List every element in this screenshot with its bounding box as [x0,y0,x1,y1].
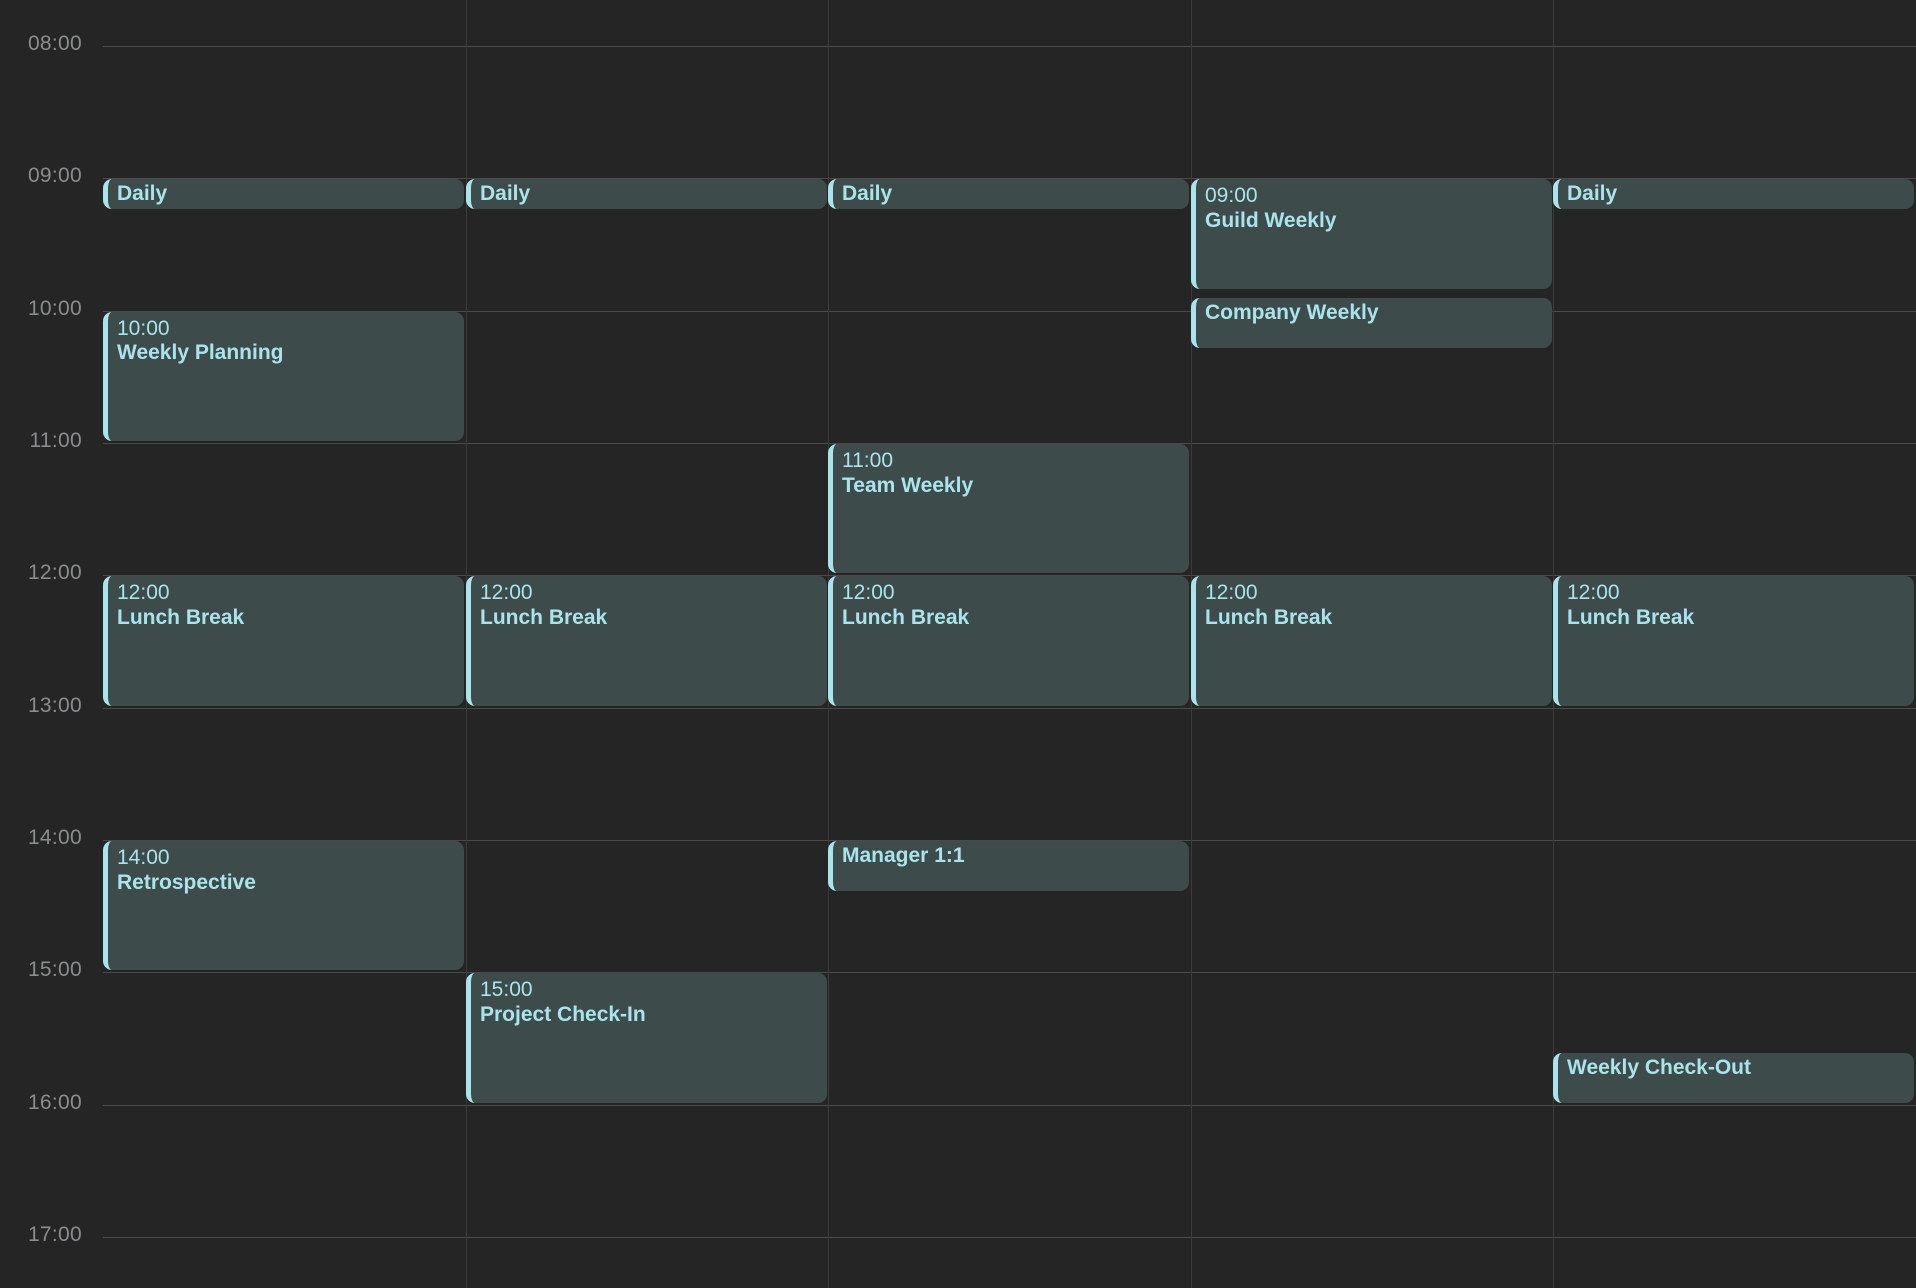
event-title: Weekly Planning [117,341,284,365]
event-time: 12:00 [117,581,170,605]
calendar-event[interactable]: 10:00Company Weekly [1191,298,1552,349]
event-title: Retrospective [117,870,256,894]
hour-label: 14:00 [27,826,82,850]
calendar-event[interactable]: 15:30Weekly Check-Out [1553,1052,1914,1103]
event-title: Weekly Check-Out [1567,1055,1752,1079]
calendar-event[interactable]: 12:00 Lunch Break [103,576,464,706]
calendar-event[interactable]: 09:00Daily [1553,179,1914,210]
event-title: Guild Weekly [1205,208,1337,232]
event-title: Daily [1567,182,1618,206]
day-column-1: 09:00Daily 10:00Weekly Planning 12:00Lunch… [103,0,466,1288]
day-column-5: 09:00Daily 12:00Lunch Break 15:30Weekly Ch… [1553,0,1916,1288]
day-column-4: 09:00Guild Weekly 10:00Company Weekly 12:0… [1191,0,1554,1288]
event-time: 09:00 [1205,184,1258,208]
calendar-event[interactable]: 12:00 Lunch Break [1553,576,1914,706]
event-title: Lunch Break [480,605,608,629]
day-column-2: 09:00Daily 12:00Lunch Break 15:00Project C… [466,0,829,1288]
event-title: Daily [117,182,168,206]
calendar-event[interactable]: 12:00 Lunch Break [828,576,1189,706]
event-title: Lunch Break [1567,605,1695,629]
event-time: 11:00 [842,449,893,473]
event-title: Company Weekly [1205,301,1379,325]
event-title: Lunch Break [1205,605,1333,629]
hour-label: 11:00 [29,429,82,453]
event-time: 15:00 [480,978,533,1002]
event-time: 12:00 [480,581,533,605]
event-title: Team Weekly [842,473,974,497]
calendar-event[interactable]: 14:00 Retrospective [103,841,464,971]
calendar-event[interactable]: 09:00 Guild Weekly [1191,179,1552,289]
event-title: Project Check-In [480,1003,646,1026]
event-title: Manager 1:1 [842,844,965,868]
event-title: Daily [480,182,531,206]
event-time: 12:00 [842,581,895,605]
calendar-event[interactable]: 09:00Daily [466,179,827,210]
hour-label: 17:00 [27,1223,82,1247]
calendar-event[interactable]: 09:00Daily [828,179,1189,210]
calendar-event[interactable]: 15:00 Project Check-In [466,973,827,1103]
hour-label: 15:00 [27,958,82,982]
day-column-3: 09:00Daily11:00Team Weekly12:00Lunch Bre… [828,0,1191,1288]
event-time: 12:00 [1567,581,1620,605]
hour-label: 10:00 [27,296,82,320]
hour-label: 16:00 [27,1090,82,1114]
event-title: Lunch Break [842,605,970,629]
calendar-event[interactable]: 09:00Daily [103,179,464,210]
week-calendar-grid: 08:00 09:00 10:00 11:00 12:00 13:00 14:00 15:00… [0,0,1916,1288]
hour-label: 12:00 [27,561,82,585]
hour-label: 08:00 [27,32,82,55]
calendar-event[interactable]: 12:00 Lunch Break [1191,576,1552,706]
event-title: Daily [842,182,893,206]
event-time: 14:00 [117,846,170,870]
calendar-event[interactable]: 11:00 Team Weekly [828,444,1189,574]
event-time: 12:00 [1205,581,1258,605]
calendar-event[interactable]: 14:00Manager 1:1 [828,841,1189,892]
calendar-event[interactable]: 10:00 Weekly Planning [103,311,464,442]
hour-label: 13:00 [27,693,82,717]
hour-label: 09:00 [27,164,82,188]
calendar-event[interactable]: 12:00 Lunch Break [466,576,827,706]
event-time: 10:00 [117,316,170,340]
event-title: Lunch Break [117,605,245,629]
